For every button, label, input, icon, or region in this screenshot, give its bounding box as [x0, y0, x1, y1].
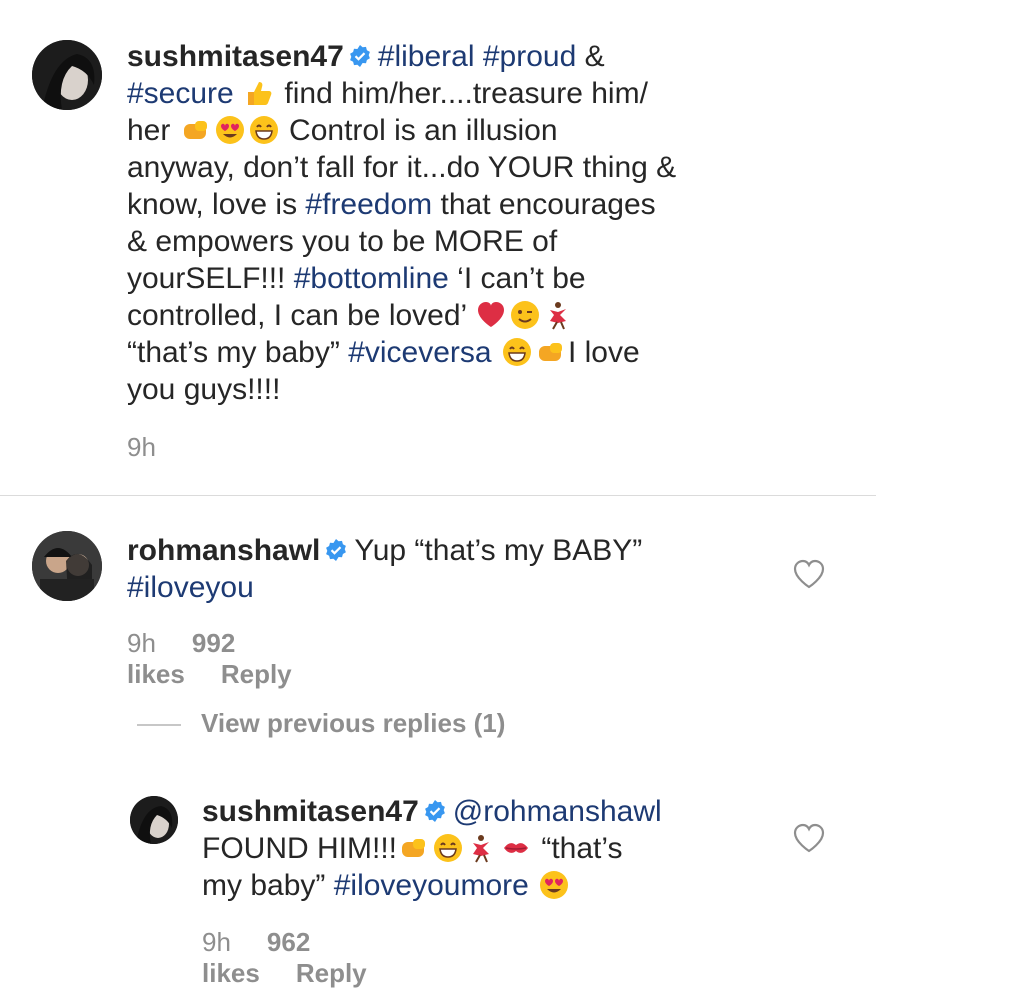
timestamp: 9h [127, 432, 156, 462]
comment-text: & [576, 40, 605, 73]
heart-outline-icon[interactable] [792, 558, 826, 590]
winking-face-icon [511, 301, 540, 329]
username[interactable]: sushmitasen47 [127, 40, 344, 73]
heart-eyes-icon [215, 116, 244, 144]
grinning-face-icon [434, 834, 462, 862]
hashtag-link[interactable]: #bottomline [294, 262, 449, 295]
comment-text: anyway, don’t fall for it...do YOUR thin… [127, 151, 677, 184]
reply-button[interactable]: Reply [296, 958, 367, 988]
timestamp: 9h [127, 628, 156, 658]
avatar-photo [32, 531, 102, 601]
hashtag-link[interactable]: #freedom [305, 188, 432, 221]
comment-text: find him/her....treasure him/ [276, 77, 648, 110]
comment-text: ‘I can’t be [448, 262, 586, 295]
comment-text: yourSELF!!! [127, 262, 294, 295]
reply-button[interactable]: Reply [221, 659, 292, 689]
mention-link[interactable]: @rohmanshawl [453, 795, 662, 828]
username[interactable]: rohmanshawl [127, 534, 320, 567]
avatar[interactable] [32, 531, 102, 601]
hashtag-link[interactable]: #secure [127, 77, 234, 110]
divider [0, 495, 876, 496]
fist-bump-icon [402, 839, 425, 857]
comment-text: that encourages [432, 188, 656, 221]
dancer-icon [550, 302, 567, 330]
verified-badge-icon [326, 539, 347, 561]
hashtag-link[interactable]: #iloveyou [127, 569, 767, 606]
avatar-photo [130, 796, 178, 844]
verified-badge-icon [349, 45, 370, 67]
comment-text: FOUND HIM!!! [202, 832, 397, 865]
comment-text: “that’s [533, 832, 623, 865]
comment-meta: 9h 992 likes Reply [127, 628, 328, 690]
avatar[interactable] [32, 40, 102, 110]
comment-text: my baby” [202, 869, 334, 902]
comment-text: & empowers you to be MORE of [127, 225, 558, 258]
kiss-mark-icon [504, 843, 528, 853]
hashtag-link[interactable]: #viceversa [348, 336, 491, 369]
comment-text: “that’s my baby” [127, 336, 349, 369]
hashtag-link[interactable]: #iloveyoumore [334, 869, 529, 902]
verified-badge-icon [424, 800, 445, 822]
divider-line [137, 724, 181, 727]
dancer-icon [473, 835, 489, 863]
comment-meta: 9h [127, 432, 192, 463]
avatar-photo [32, 40, 102, 110]
comment-meta: 9h 962 likes Reply [202, 927, 403, 989]
red-heart-icon [478, 302, 505, 327]
username[interactable]: sushmitasen47 [202, 795, 419, 828]
comment-text: Yup “that’s my BABY” [354, 534, 643, 567]
grinning-face-icon [502, 338, 531, 366]
comment-text: Control is an illusion [280, 114, 558, 147]
comment-text: you guys!!!! [127, 373, 281, 406]
avatar[interactable] [130, 796, 178, 844]
view-previous-replies-button[interactable]: View previous replies (1) [137, 708, 505, 739]
comment-text: controlled, I can be loved’ [127, 299, 467, 332]
comment-text: her [127, 114, 171, 147]
hashtag-link[interactable]: #liberal #proud [378, 40, 576, 73]
timestamp: 9h [202, 927, 231, 957]
comment-text: I love [567, 336, 640, 369]
fist-bump-icon [183, 121, 207, 139]
heart-outline-icon[interactable] [792, 822, 826, 854]
comment-text: know, love is [127, 188, 306, 221]
view-previous-label: View previous replies (1) [201, 708, 506, 738]
grinning-face-icon [249, 116, 278, 144]
heart-eyes-icon [540, 871, 569, 899]
thumbs-up-icon [248, 82, 272, 105]
fist-bump-icon [538, 343, 562, 361]
